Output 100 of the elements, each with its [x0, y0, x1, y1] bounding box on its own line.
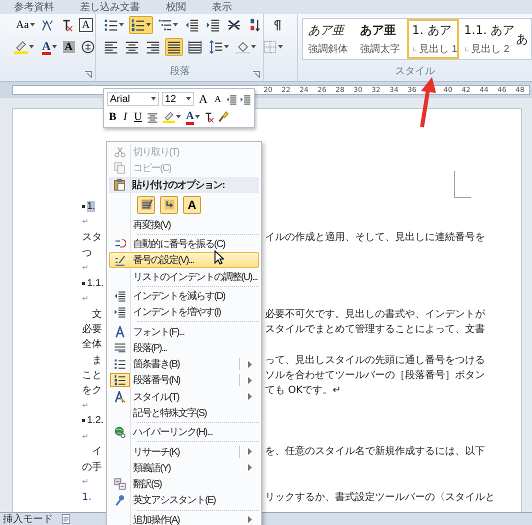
numbered-list-pencil-icon	[114, 254, 126, 266]
distributed-button[interactable]	[186, 38, 204, 56]
character-border-button[interactable]: A	[78, 18, 93, 32]
body-text: イルの作成と適用、そして、見出しに連続番号を	[265, 230, 485, 244]
align-left-icon	[104, 40, 118, 54]
decrease-indent-icon[interactable]	[226, 94, 237, 104]
clipboard-pencil-icon	[140, 198, 152, 212]
dialog-launcher-icon[interactable]	[253, 71, 260, 78]
font-name-field[interactable]: Arial	[107, 92, 159, 106]
page-icon[interactable]	[61, 514, 71, 524]
menu-item[interactable]: インデントを減らす(D)	[109, 288, 259, 304]
caret-icon[interactable]	[52, 45, 57, 49]
body-text: つ	[82, 246, 92, 260]
font-color-button[interactable]: A	[186, 110, 200, 124]
font-size-field[interactable]: 12	[162, 92, 194, 106]
caret-icon[interactable]	[30, 23, 35, 27]
insert-mode-indicator[interactable]: 挿入モード	[3, 512, 53, 525]
caret-icon[interactable]	[224, 45, 230, 49]
highlighter-icon	[14, 40, 28, 54]
menu-item[interactable]: 段落番号(N)	[109, 372, 259, 389]
caret-icon[interactable]	[173, 23, 178, 27]
copy-icon	[114, 162, 126, 174]
shrink-font-button[interactable]: A	[212, 93, 223, 105]
distributed-icon	[188, 40, 202, 54]
caret-icon[interactable]	[278, 45, 284, 49]
paste-merge-button[interactable]	[160, 196, 178, 214]
menu-item[interactable]: ハイパーリンク(H)...	[109, 424, 259, 440]
center-align-icon[interactable]	[146, 112, 158, 122]
highlight-button[interactable]	[160, 109, 183, 125]
body-text: 必要不可欠です。見出しの書式や、インデントが	[265, 308, 485, 321]
menu-item[interactable]: 追加操作(A)	[109, 512, 259, 525]
justify-icon	[167, 40, 182, 54]
italic-button[interactable]: I	[121, 111, 130, 123]
paragraph-mark: ↵	[82, 477, 89, 486]
menu-item[interactable]: 記号と特殊文字(S)	[109, 404, 259, 422]
justify-button[interactable]	[165, 38, 184, 56]
bulleted-list-icon	[114, 358, 126, 370]
style-gallery-item[interactable]: あア亜 強調斜体	[303, 19, 355, 59]
enclosed-character-icon[interactable]	[80, 40, 95, 54]
body-text: 全体	[82, 338, 102, 352]
paragraph-mark: ↵	[82, 217, 89, 226]
group-label: 段落	[170, 65, 190, 79]
menu-item[interactable]: 自動的に番号を振る(C)	[109, 236, 259, 252]
margin-corner-mark	[454, 171, 471, 198]
menu-item[interactable]: 類義語(Y)	[109, 460, 259, 476]
style-gallery-item[interactable]: あア亜 強調太字	[355, 19, 407, 59]
ribbon-tab[interactable]: 差し込み文書	[80, 2, 140, 14]
caret-icon[interactable]	[29, 45, 34, 49]
body-text: 必要	[82, 322, 102, 336]
heading-number: 1.	[87, 201, 96, 212]
menu-item[interactable]: リサーチ(K)	[109, 443, 259, 460]
body-text: 文	[92, 308, 102, 321]
group-label: スタイル	[395, 65, 435, 79]
paragraph-mark: ↵	[82, 432, 89, 441]
character-shading-button[interactable]: A	[62, 41, 75, 53]
numbering-button[interactable]	[129, 16, 154, 34]
menu-item[interactable]: 再変換(V)	[109, 216, 259, 233]
menu-item[interactable]: フォント(F)...	[109, 323, 259, 340]
body-text: をク	[82, 384, 102, 398]
caret-icon[interactable]	[176, 115, 181, 119]
menu-item[interactable]: 段落(P)...	[109, 340, 259, 356]
increase-indent-icon	[114, 306, 126, 318]
menu-item[interactable]: 番号の設定(V)...	[109, 252, 259, 268]
menu-item[interactable]: 英文アシスタント(E)	[109, 492, 259, 509]
bold-button[interactable]: B	[107, 111, 118, 123]
style-gallery-item[interactable]: 1. あア 見出し 1	[407, 19, 459, 59]
dialog-launcher-icon[interactable]	[85, 71, 92, 78]
paste-text-only-button[interactable]: A	[183, 196, 201, 214]
ribbon-tab[interactable]: 参考資料	[14, 2, 54, 14]
body-text: の手	[82, 460, 102, 474]
menu-item[interactable]: スタイル(T)	[109, 388, 259, 405]
change-case-button[interactable]: Aa	[16, 19, 35, 31]
body-text: スタイルでまとめて管理することによって、文書	[265, 322, 485, 336]
scissors-icon	[114, 146, 126, 158]
menu-item[interactable]: 箇条書き(B)	[109, 356, 259, 372]
menu-item[interactable]: リストのインデントの調整(U)...	[109, 268, 259, 285]
grow-font-button[interactable]: A	[196, 93, 210, 105]
paste-keep-formatting-button[interactable]	[137, 196, 155, 214]
increase-indent-icon[interactable]	[240, 94, 251, 104]
font-color-button[interactable]: A	[42, 40, 57, 54]
body-text: って、見出しスタイルの先頭に通し番号をつける	[265, 354, 485, 367]
underline-button[interactable]: U	[132, 111, 144, 123]
heading-number: 1.2.	[87, 415, 104, 426]
style-gallery-item[interactable]: 1.1. あア 見出し 2	[459, 19, 511, 59]
numbered-list-icon	[114, 374, 126, 386]
format-painter-icon[interactable]	[216, 111, 229, 123]
ribbon-tab[interactable]: 校閲	[166, 2, 186, 14]
highlight-button[interactable]	[12, 38, 36, 56]
ribbon-tab[interactable]: 表示	[212, 2, 232, 14]
line-spacing-button[interactable]	[207, 38, 232, 56]
menu-item[interactable]: 翻訳(S)	[109, 476, 259, 492]
caret-icon[interactable]	[119, 23, 124, 27]
menu-item[interactable]: インデントを増やす(I)	[109, 304, 259, 320]
decrease-indent-icon	[114, 290, 126, 302]
caret-icon[interactable]	[251, 45, 256, 49]
caret-icon[interactable]	[146, 23, 152, 27]
styles-icon	[114, 390, 126, 403]
paragraph-mark: ↵	[82, 263, 89, 272]
caret-icon[interactable]	[194, 115, 200, 119]
paragraph-icon	[114, 342, 126, 354]
